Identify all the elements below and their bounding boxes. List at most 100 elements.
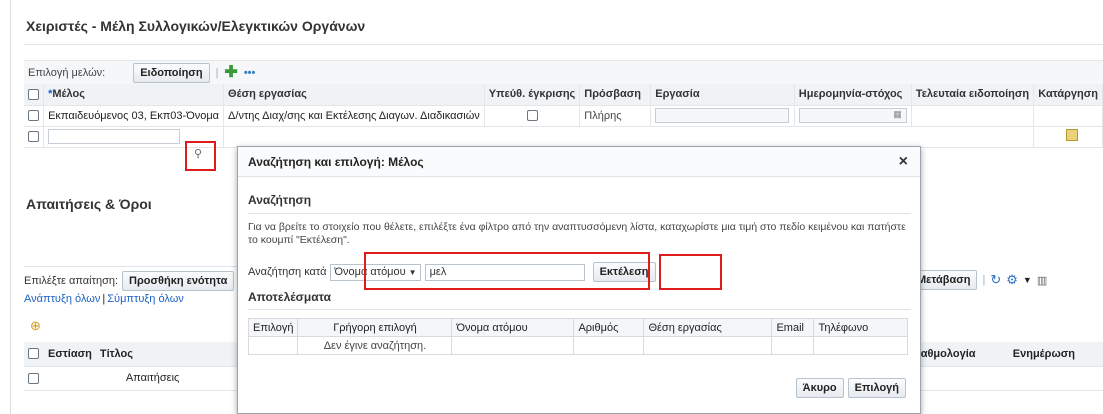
select-members-label: Επιλογή μελών: bbox=[28, 66, 106, 79]
columns-icon[interactable]: ▥ bbox=[1037, 274, 1047, 287]
add-section-button[interactable]: Προσθήκη ενότητα bbox=[122, 271, 235, 291]
new-row-checkbox[interactable] bbox=[28, 131, 39, 143]
empty-number-cell bbox=[573, 336, 645, 355]
member-name: Εκπαιδευόμενος 03, Εκπ03-Όνομα bbox=[43, 105, 225, 127]
col-quick-select: Γρήγορη επιλογή bbox=[297, 318, 453, 337]
search-by-label: Αναζήτηση κατά bbox=[248, 266, 327, 278]
right-toolbar-divider: | bbox=[982, 274, 986, 286]
notify-button[interactable]: Ειδοποίηση bbox=[133, 62, 210, 83]
expand-divider: | bbox=[102, 293, 106, 305]
dialog-buttons: Άκυρο Επιλογή bbox=[795, 378, 906, 398]
search-heading: Αναζήτηση bbox=[248, 193, 312, 207]
results-divider bbox=[248, 309, 911, 310]
add-icon[interactable]: ✚ bbox=[224, 64, 237, 80]
empty-email-cell bbox=[771, 336, 815, 355]
last-notification-cell bbox=[911, 105, 1035, 127]
remove-cell bbox=[1033, 105, 1103, 127]
select-all-checkbox[interactable] bbox=[28, 88, 39, 100]
col-job: Θέση εργασίας bbox=[643, 318, 773, 337]
req-focus-cell bbox=[44, 366, 96, 391]
search-hint: Για να βρείτε το στοιχείο που θέλετε, επ… bbox=[248, 221, 906, 246]
highlight-empty-area bbox=[659, 254, 722, 290]
dialog-title: Αναζήτηση και επιλογή: Μέλος bbox=[248, 155, 424, 169]
col-score: βαθμολογία bbox=[910, 342, 992, 367]
results-table: Επιλογή Γρήγορη επιλογή Όνομα ατόμου Αρι… bbox=[247, 318, 908, 355]
empty-phone-cell bbox=[813, 336, 908, 355]
expand-links: Ανάπτυξη όλων | Σύμπτυξη όλων bbox=[24, 293, 184, 305]
right-toolbar: Μετάβαση | ↻ ⚙ ▼ ▥ bbox=[910, 270, 1047, 290]
col-member: *Μέλος bbox=[43, 84, 225, 106]
task-cell bbox=[650, 105, 795, 127]
target-date-cell: ▦ bbox=[794, 105, 912, 127]
req-row-select-cell bbox=[24, 366, 44, 391]
col-update: Ενημέρωση bbox=[991, 342, 1103, 367]
col-phone: Τηλέφωνο bbox=[813, 318, 908, 337]
results-heading: Αποτελέσματα bbox=[248, 290, 331, 304]
refresh-icon[interactable]: ↻ bbox=[990, 272, 1001, 288]
member-search-input[interactable] bbox=[48, 129, 181, 144]
gear-icon[interactable]: ⚙ bbox=[1006, 272, 1018, 288]
search-icon[interactable]: ⚲ bbox=[194, 147, 202, 160]
new-row-filler bbox=[223, 126, 1035, 148]
table-row: Δεν έγινε αναζήτηση. bbox=[247, 336, 908, 355]
edit-icon[interactable] bbox=[1066, 129, 1078, 141]
col-position: Θέση εργασίας bbox=[223, 84, 485, 106]
col-target-date: Ημερομηνία-στόχος bbox=[794, 84, 912, 106]
calendar-icon[interactable]: ▦ bbox=[893, 109, 902, 120]
task-input[interactable] bbox=[655, 108, 790, 123]
req-row-checkbox[interactable] bbox=[28, 372, 39, 384]
col-person-name: Όνομα ατόμου bbox=[451, 318, 575, 337]
close-icon[interactable]: × bbox=[899, 153, 908, 171]
page-title: Χειριστές - Μέλη Συλλογικών/Ελεγκτικών Ο… bbox=[26, 18, 366, 34]
requirements-toolbar: Επιλέξτε απαίτηση: Προσθήκη ενότητα bbox=[24, 270, 235, 292]
row-select-cell bbox=[24, 105, 45, 127]
access-value: Πλήρης bbox=[579, 105, 652, 127]
row-checkbox[interactable] bbox=[28, 110, 39, 122]
highlight-search-row bbox=[364, 252, 650, 290]
expand-all-link[interactable]: Ανάπτυξη όλων bbox=[24, 293, 100, 305]
requirements-right-columns: βαθμολογία Ενημέρωση bbox=[910, 342, 1103, 391]
approver-cell bbox=[484, 105, 581, 127]
col-task: Εργασία bbox=[650, 84, 795, 106]
members-table: *Μέλος Θέση εργασίας Υπεύθ. έγκρισης Πρό… bbox=[24, 84, 1103, 148]
target-date-input[interactable]: ▦ bbox=[798, 108, 907, 123]
members-header-row: *Μέλος Θέση εργασίας Υπεύθ. έγκρισης Πρό… bbox=[24, 84, 1103, 106]
empty-job-cell bbox=[643, 336, 773, 355]
req-select-all-cell bbox=[24, 342, 44, 367]
col-focus: Εστίαση bbox=[44, 342, 96, 367]
more-actions-icon[interactable]: ••• bbox=[244, 67, 256, 79]
search-divider bbox=[248, 213, 911, 214]
col-select: Επιλογή bbox=[247, 318, 299, 337]
edit-cell bbox=[1033, 126, 1103, 148]
add-requirement-icon[interactable]: ⊕ bbox=[30, 318, 41, 334]
select-all-cell bbox=[24, 84, 45, 106]
results-header-row: Επιλογή Γρήγορη επιλογή Όνομα ατόμου Αρι… bbox=[247, 318, 908, 337]
requirements-table: Εστίαση Τίτλος Απαιτήσεις bbox=[24, 342, 245, 391]
title-divider bbox=[24, 44, 1103, 45]
col-last-notification: Τελευταία ειδοποίηση bbox=[911, 84, 1035, 106]
update-cell bbox=[991, 366, 1103, 391]
dialog-header: Αναζήτηση και επιλογή: Μέλος × bbox=[238, 147, 920, 177]
col-remove: Κατάργηση bbox=[1033, 84, 1103, 106]
chevron-down-icon[interactable]: ▼ bbox=[1023, 275, 1032, 285]
collapse-all-link[interactable]: Σύμπτυξη όλων bbox=[107, 293, 184, 305]
req-toolbar-top-divider bbox=[24, 266, 237, 267]
empty-select-cell bbox=[247, 336, 299, 355]
approver-checkbox[interactable] bbox=[526, 110, 538, 122]
requirements-right-header-row: βαθμολογία Ενημέρωση bbox=[910, 342, 1103, 367]
toolbar-divider: | bbox=[215, 66, 219, 79]
member-position: Δ/ντης Διαχ/σης και Εκτέλεσης Διαγων. Δι… bbox=[223, 105, 485, 127]
empty-name-cell bbox=[451, 336, 575, 355]
no-search-text: Δεν έγινε αναζήτηση. bbox=[297, 336, 453, 355]
col-email: Email bbox=[771, 318, 815, 337]
members-toolbar: Επιλογή μελών: Ειδοποίηση | ✚ ••• bbox=[24, 60, 1103, 84]
cancel-button[interactable]: Άκυρο bbox=[795, 378, 844, 398]
score-cell bbox=[910, 366, 992, 391]
select-requirement-label: Επιλέξτε απαίτηση: bbox=[24, 275, 119, 287]
requirements-right-row bbox=[910, 366, 1103, 391]
requirements-header-row: Εστίαση Τίτλος bbox=[24, 342, 245, 367]
select-button[interactable]: Επιλογή bbox=[847, 378, 906, 398]
table-row: Εκπαιδευόμενος 03, Εκπ03-Όνομα Δ/ντης Δι… bbox=[24, 105, 1103, 127]
table-row: Απαιτήσεις bbox=[24, 366, 245, 391]
req-select-all-checkbox[interactable] bbox=[28, 348, 39, 360]
